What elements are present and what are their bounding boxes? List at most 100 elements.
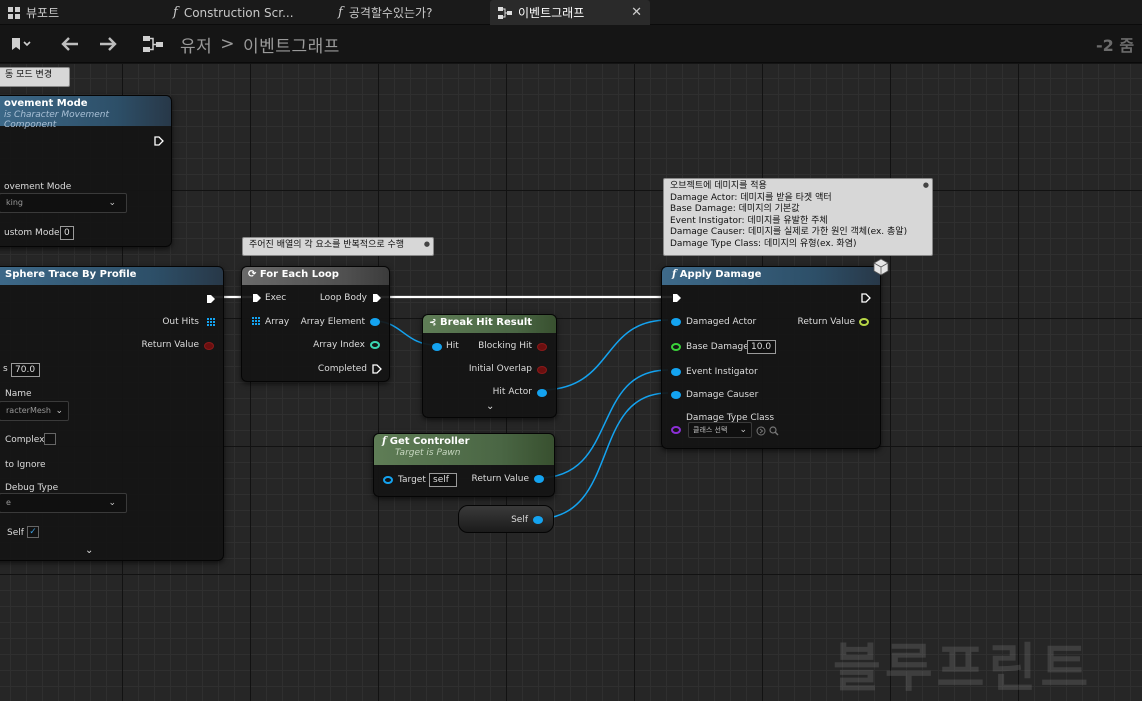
- node-title: Apply Damage: [679, 269, 762, 280]
- pin-label-damage-causer: Damage Causer: [686, 390, 759, 400]
- node-subtitle: is Character Movement Component: [4, 110, 110, 130]
- dropdown-value: racterMesh: [6, 406, 51, 415]
- graph-hierarchy-button[interactable]: [142, 25, 164, 63]
- target-in-pin[interactable]: [383, 476, 393, 484]
- function-icon: f: [173, 5, 178, 20]
- function-icon: f: [382, 436, 387, 447]
- radius-input[interactable]: 70.0: [11, 363, 40, 377]
- node-title: Break Hit Result: [440, 317, 533, 328]
- exec-out-pin[interactable]: [154, 136, 164, 146]
- dropdown-value: e: [6, 498, 11, 507]
- array-in-pin[interactable]: [252, 317, 261, 326]
- blocking-hit-pin[interactable]: [537, 343, 547, 351]
- profile-name-dropdown[interactable]: racterMesh ⌄: [0, 401, 69, 421]
- function-icon: f: [672, 269, 677, 280]
- breadcrumb-root[interactable]: 유저: [180, 32, 212, 57]
- pin-label-array: Array: [265, 317, 290, 327]
- return-value-bool-pin[interactable]: [204, 342, 214, 350]
- tab-can-attack[interactable]: f 공격할수있는가?: [330, 0, 490, 25]
- comment-text: 주어진 배열의 각 요소를 반복적으로 수행: [249, 240, 405, 250]
- pin-label-target: Target: [398, 475, 426, 485]
- pin-label-exec: Exec: [265, 293, 287, 303]
- breadcrumb-separator: >: [220, 34, 236, 54]
- tab-viewport[interactable]: 뷰포트: [0, 0, 160, 25]
- apply-damage-node[interactable]: f Apply Damage Damaged Actor Return Valu…: [661, 258, 889, 449]
- tab-event-graph[interactable]: 이벤트그래프 ✕: [490, 0, 650, 25]
- pin-label-ignore-self: Self: [7, 528, 24, 538]
- event-instigator-pin[interactable]: [671, 368, 681, 376]
- movement-mode-dropdown[interactable]: king ⌄: [0, 193, 127, 213]
- expand-chevron-icon[interactable]: ⌄: [486, 401, 494, 412]
- comment-line: Base Damage: 데미지의 기본값: [670, 204, 800, 214]
- return-value-float-pin[interactable]: [859, 318, 869, 326]
- wire-controller-to-instigator: [537, 369, 669, 479]
- pin-icon[interactable]: ●: [923, 180, 929, 192]
- damage-causer-pin[interactable]: [671, 391, 681, 399]
- hit-actor-pin[interactable]: [537, 389, 547, 397]
- exec-in-pin[interactable]: [672, 293, 682, 303]
- node-title: Get Controller: [389, 436, 470, 447]
- node-title: ovement Mode: [4, 98, 88, 109]
- pin-label-blocking-hit: Blocking Hit: [478, 341, 532, 351]
- pin-label-custom-mode: ustom Mode: [4, 228, 60, 238]
- trace-complex-checkbox[interactable]: [44, 433, 56, 445]
- comment-line: Damage Actor: 데미지를 받을 타겟 액터: [670, 192, 832, 203]
- hit-in-pin[interactable]: [432, 343, 442, 351]
- exec-out-loop-body-pin[interactable]: [372, 293, 382, 303]
- pin-label-loop-body: Loop Body: [319, 293, 367, 303]
- pin-label-completed: Completed: [317, 364, 367, 374]
- pin-label-damaged-actor: Damaged Actor: [686, 317, 757, 327]
- damaged-actor-pin[interactable]: [671, 318, 681, 326]
- class-select-dropdown[interactable]: 클래스 선택 ⌄: [688, 422, 752, 438]
- custom-mode-input[interactable]: 0: [60, 226, 74, 240]
- node-header: Sphere Trace By Profile: [0, 267, 223, 285]
- bookmark-button[interactable]: [10, 25, 32, 63]
- tab-construction-script[interactable]: f Construction Scr...: [165, 0, 325, 25]
- node-header: f Apply Damage: [662, 267, 880, 285]
- blueprint-graph-canvas[interactable]: 동 모드 변경 ovement Mode is Character Moveme…: [0, 64, 1142, 701]
- back-button[interactable]: [60, 25, 80, 63]
- search-icon[interactable]: [769, 426, 779, 436]
- close-icon[interactable]: ✕: [631, 5, 642, 20]
- self-reference-node[interactable]: Self: [458, 505, 554, 533]
- break-struct-icon: ⊰: [429, 318, 437, 328]
- forward-button[interactable]: [98, 25, 118, 63]
- array-index-pin[interactable]: [370, 341, 380, 349]
- for-each-loop-node[interactable]: ⟳ For Each Loop Exec Loop Body Array Arr…: [241, 266, 390, 382]
- comment-bubble-apply-damage[interactable]: 오브젝트에 데미지를 적용 Damage Actor: 데미지를 받을 타겟 액…: [663, 178, 933, 256]
- get-controller-node[interactable]: f Get Controller Target is Pawn Target s…: [373, 433, 555, 497]
- breadcrumb: 유저 > 이벤트그래프: [180, 25, 340, 63]
- exec-out-pin[interactable]: [206, 294, 216, 304]
- pin-label-array-index: Array Index: [313, 340, 365, 350]
- exec-out-completed-pin[interactable]: [372, 364, 382, 374]
- graph-icon: [143, 36, 163, 52]
- out-hits-array-pin[interactable]: [207, 318, 216, 327]
- target-self-input[interactable]: self: [429, 473, 457, 487]
- array-element-pin[interactable]: [370, 318, 380, 326]
- dropdown-value: king: [6, 198, 24, 207]
- exec-in-pin[interactable]: [252, 293, 262, 303]
- break-hit-result-node[interactable]: ⊰ Break Hit Result Hit Blocking Hit Init…: [422, 314, 557, 418]
- comment-bubble-movement[interactable]: 동 모드 변경: [0, 67, 70, 87]
- exec-out-pin[interactable]: [861, 293, 871, 303]
- comment-line: 오브젝트에 데미지를 적용: [670, 181, 767, 191]
- base-damage-pin[interactable]: [671, 343, 681, 351]
- loop-icon: ⟳: [248, 269, 257, 280]
- node-title: Sphere Trace By Profile: [5, 269, 137, 280]
- damage-type-class-pin[interactable]: [671, 426, 681, 434]
- use-selected-icon[interactable]: [756, 426, 766, 436]
- initial-overlap-pin[interactable]: [537, 366, 547, 374]
- controller-return-pin[interactable]: [534, 475, 544, 483]
- self-out-pin[interactable]: [533, 516, 543, 524]
- set-movement-mode-node[interactable]: ovement Mode is Character Movement Compo…: [0, 95, 172, 247]
- ignore-self-checkbox[interactable]: ✓: [27, 526, 39, 538]
- sphere-trace-by-profile-node[interactable]: Sphere Trace By Profile Out Hits Return …: [0, 266, 224, 561]
- pin-label-return-value: Return Value: [471, 474, 529, 484]
- graph-toolbar: 유저 > 이벤트그래프 -2 줌: [0, 25, 1142, 63]
- draw-debug-type-dropdown[interactable]: e ⌄: [0, 493, 127, 513]
- pin-label-event-instigator: Event Instigator: [686, 367, 758, 377]
- comment-bubble-foreach[interactable]: 주어진 배열의 각 요소를 반복적으로 수행 ●: [242, 237, 434, 256]
- base-damage-input[interactable]: 10.0: [747, 340, 776, 354]
- expand-chevron-icon[interactable]: ⌄: [85, 545, 93, 556]
- pin-icon[interactable]: ●: [424, 239, 430, 251]
